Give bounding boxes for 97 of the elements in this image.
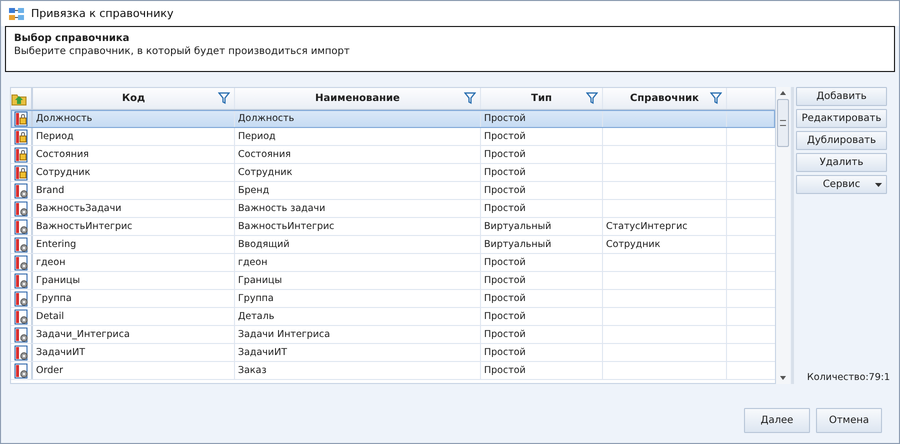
folder-up-icon <box>11 92 27 106</box>
table-lock-icon <box>14 164 28 180</box>
action-button[interactable]: Редактировать <box>796 109 887 128</box>
column-header[interactable]: Наименование <box>235 88 481 109</box>
table-row[interactable]: ЗадачиИТ ЗадачиИТ Простой <box>11 344 775 362</box>
table-cell: Простой <box>484 311 526 322</box>
table-row[interactable]: ВажностьИнтегрис ВажностьИнтегрис Виртуальный СтатусИнтергис <box>11 218 775 236</box>
table-cell: Сотрудник <box>36 167 90 178</box>
table-gear-icon <box>14 218 28 234</box>
table-lock-icon <box>14 128 28 144</box>
table-cell: Бренд <box>238 185 270 196</box>
table-gear-icon <box>14 272 28 288</box>
table-row[interactable]: Сотрудник Сотрудник Простой <box>11 164 775 182</box>
table-row[interactable]: Должность Должность Простой <box>11 110 775 128</box>
table-cell: Границы <box>36 275 80 286</box>
table-gear-icon <box>14 182 28 198</box>
table-cell: ВажностьИнтегрис <box>36 221 132 232</box>
table-cell: гдеон <box>238 257 268 268</box>
table-cell: Простой <box>484 365 526 376</box>
table-cell: Простой <box>484 149 526 160</box>
action-button[interactable]: Удалить <box>796 153 887 172</box>
table-cell: Заказ <box>238 365 267 376</box>
table-gear-icon <box>14 290 28 306</box>
table-cell: ВажностьЗадачи <box>36 203 122 214</box>
table-row[interactable]: Brand Бренд Простой <box>11 182 775 200</box>
table-cell: Сотрудник <box>238 167 292 178</box>
table-cell: Должность <box>36 113 92 124</box>
table-lock-icon <box>14 146 28 162</box>
table-cell: Простой <box>484 131 526 142</box>
table-cell: Группа <box>36 293 72 304</box>
dialog-button[interactable]: Далее <box>744 408 810 433</box>
table-row[interactable]: ВажностьЗадачи Важность задачи Простой <box>11 200 775 218</box>
record-count: Количество:79:1 <box>806 372 890 384</box>
caret-icon <box>875 183 882 187</box>
column-header[interactable]: Тип <box>481 88 603 109</box>
table-cell: Простой <box>484 203 526 214</box>
table-row[interactable]: Границы Границы Простой <box>11 272 775 290</box>
table-cell: СтатусИнтергис <box>606 221 688 232</box>
table-row[interactable]: гдеон гдеон Простой <box>11 254 775 272</box>
table-cell: Период <box>36 131 74 142</box>
table-cell: Простой <box>484 293 526 304</box>
scroll-thumb[interactable] <box>777 99 789 147</box>
table-cell: Простой <box>484 185 526 196</box>
table-gear-icon <box>14 200 28 216</box>
table-gear-icon <box>14 326 28 342</box>
table-cell: Detail <box>36 311 64 322</box>
table-cell: Виртуальный <box>484 221 552 232</box>
table-row[interactable]: Задачи_Интегриса Задачи Интегриса Простой <box>11 326 775 344</box>
table-cell: ЗадачиИТ <box>238 347 287 358</box>
table-cell: Группа <box>238 293 274 304</box>
table-cell: Brand <box>36 185 64 196</box>
table-cell: Состояния <box>238 149 291 160</box>
table-row[interactable]: Detail Деталь Простой <box>11 308 775 326</box>
action-button[interactable]: Добавить <box>796 87 887 106</box>
table-cell: Задачи_Интегриса <box>36 329 130 340</box>
table-row[interactable]: Период Период Простой <box>11 128 775 146</box>
table-cell: гдеон <box>36 257 66 268</box>
window-title: Привязка к справочнику <box>31 7 174 20</box>
table-row[interactable]: Order Заказ Простой <box>11 362 775 380</box>
table-gear-icon <box>14 236 28 252</box>
scrollbar[interactable] <box>776 87 790 384</box>
table-cell: Order <box>36 365 63 376</box>
column-header[interactable]: Справочник <box>603 88 727 109</box>
table-cell: Простой <box>484 113 526 124</box>
table-cell: Задачи Интегриса <box>238 329 330 340</box>
table-gear-icon <box>14 362 28 378</box>
action-button[interactable]: Дублировать <box>796 131 887 150</box>
table-cell: Вводящий <box>238 239 290 250</box>
table-cell: Должность <box>238 113 294 124</box>
table-cell: ЗадачиИТ <box>36 347 85 358</box>
table-cell: Границы <box>238 275 282 286</box>
table-cell: Entering <box>36 239 76 250</box>
header-title: Выбор справочника <box>14 33 130 44</box>
table-cell: ВажностьИнтегрис <box>238 221 334 232</box>
table-cell: Важность задачи <box>238 203 326 214</box>
table-cell: Простой <box>484 329 526 340</box>
column-header[interactable]: Код <box>33 88 235 109</box>
table-cell: Простой <box>484 275 526 286</box>
header-subtitle: Выберите справочник, в который будет производиться импорт <box>14 46 351 57</box>
table-cell: Период <box>238 131 276 142</box>
table-cell: Простой <box>484 167 526 178</box>
table-cell: Виртуальный <box>484 239 552 250</box>
table-cell: Простой <box>484 347 526 358</box>
table-row[interactable]: Состояния Состояния Простой <box>11 146 775 164</box>
dropdown-button[interactable]: Сервис <box>796 175 887 194</box>
table-row[interactable]: Группа Группа Простой <box>11 290 775 308</box>
app-icon <box>9 6 25 20</box>
table-cell: Сотрудник <box>606 239 660 250</box>
table-cell: Состояния <box>36 149 89 160</box>
table-cell: Простой <box>484 257 526 268</box>
dialog-button[interactable]: Отмена <box>816 408 882 433</box>
table-gear-icon <box>14 254 28 270</box>
table-row[interactable]: Entering Вводящий Виртуальный Сотрудник <box>11 236 775 254</box>
table-cell: Деталь <box>238 311 274 322</box>
table-lock-icon <box>14 110 28 126</box>
table-gear-icon <box>14 344 28 360</box>
table-gear-icon <box>14 308 28 324</box>
